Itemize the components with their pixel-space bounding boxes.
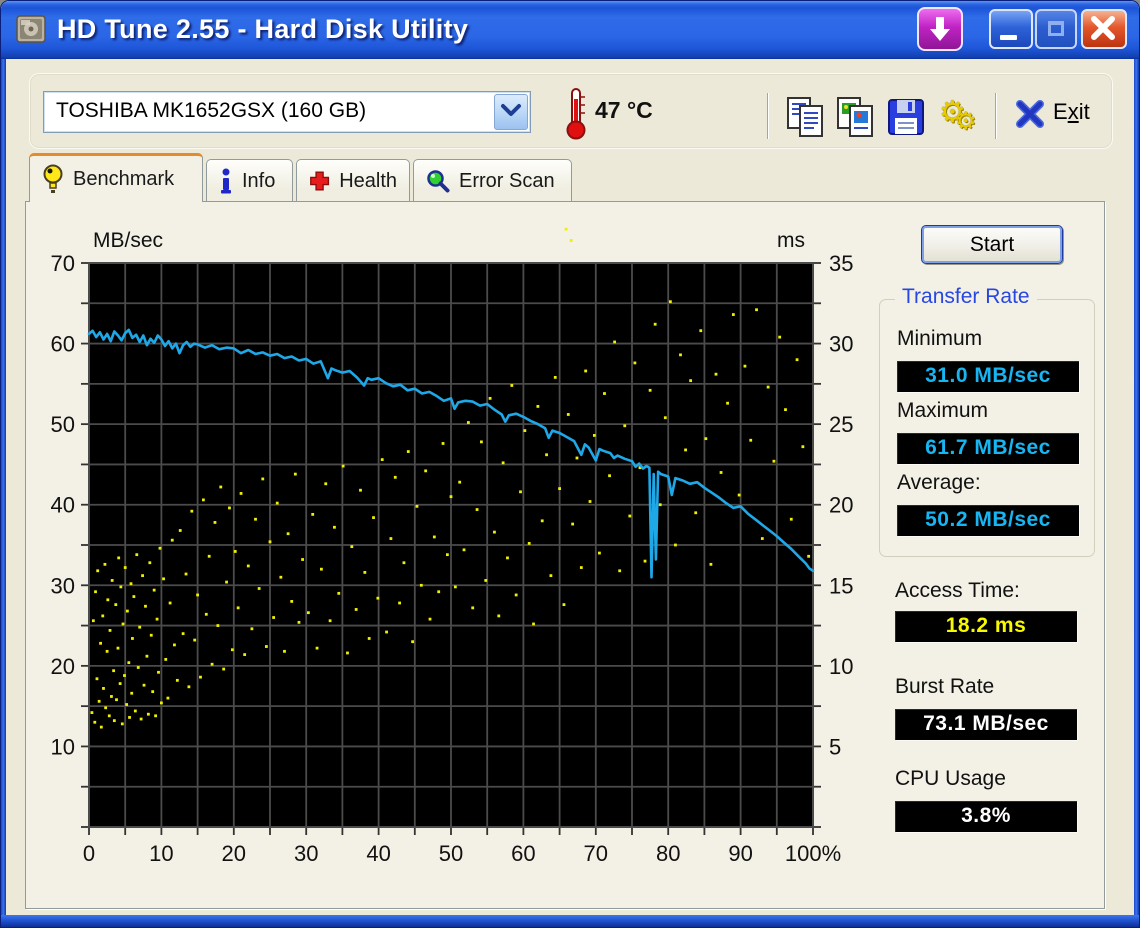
close-icon <box>1091 16 1115 40</box>
tab-error-scan[interactable]: Error Scan <box>413 159 572 202</box>
svg-text:25: 25 <box>829 412 853 437</box>
svg-text:20: 20 <box>829 493 853 518</box>
drive-select-value: TOSHIBA MK1652GSX (160 GB) <box>56 99 367 122</box>
window-frame-right <box>1134 59 1139 915</box>
svg-text:20: 20 <box>51 654 75 679</box>
benchmark-chart-svg: MB/sec ms7060504030201035302520151050 10 20… <box>51 227 853 866</box>
window-frame-bottom <box>1 915 1139 927</box>
svg-text:40: 40 <box>366 841 390 866</box>
burst-rate-value: 73.1 MB/sec <box>895 709 1077 740</box>
window-title: HD Tune 2.55 - Hard Disk Utility <box>57 14 469 44</box>
average-label: Average: <box>897 471 981 494</box>
toolbar-separator <box>767 93 768 139</box>
window-frame-left <box>1 59 6 915</box>
options-gears-button[interactable]: ⚙ ⚙ <box>939 95 981 141</box>
svg-text:20: 20 <box>222 841 246 866</box>
maximum-value: 61.7 MB/sec <box>897 433 1079 464</box>
svg-text:10: 10 <box>149 841 173 866</box>
svg-text:40: 40 <box>51 493 75 518</box>
svg-text:10: 10 <box>829 654 853 679</box>
minimize-button[interactable] <box>989 9 1033 49</box>
transfer-rate-group-label: Transfer Rate <box>895 285 1037 309</box>
close-button[interactable] <box>1081 9 1127 49</box>
tab-benchmark[interactable]: Benchmark <box>29 153 203 202</box>
minimize-icon <box>1000 35 1017 40</box>
tab-benchmark-label: Benchmark <box>73 167 175 190</box>
svg-text:MB/sec: MB/sec <box>93 229 163 252</box>
save-button[interactable] <box>885 95 927 141</box>
svg-text:35: 35 <box>829 251 853 276</box>
svg-text:5: 5 <box>829 734 841 759</box>
info-icon <box>221 168 231 194</box>
svg-text:0: 0 <box>83 841 95 866</box>
exit-label: Exit <box>1053 99 1090 124</box>
svg-text:70: 70 <box>51 251 75 276</box>
svg-text:70: 70 <box>584 841 608 866</box>
gear-icon-small: ⚙ <box>955 108 977 135</box>
toolbar-separator-2 <box>995 93 996 139</box>
svg-text:50: 50 <box>51 412 75 437</box>
combo-dropdown-button[interactable] <box>494 94 528 130</box>
access-time-label: Access Time: <box>895 579 1020 602</box>
svg-text:ms: ms <box>777 229 805 252</box>
tab-info[interactable]: Info <box>206 159 293 202</box>
cpu-usage-value: 3.8% <box>895 801 1077 832</box>
svg-text:90: 90 <box>728 841 752 866</box>
exit-x-icon <box>1016 100 1044 128</box>
average-value: 50.2 MB/sec <box>897 505 1079 536</box>
app-icon <box>14 12 50 51</box>
tab-info-label: Info <box>242 169 276 192</box>
copy-image-button[interactable] <box>835 95 877 141</box>
temperature-value: 47 °C <box>595 97 653 123</box>
chevron-down-icon <box>501 104 521 116</box>
svg-text:100%: 100% <box>785 841 841 866</box>
drive-select-combobox[interactable]: TOSHIBA MK1652GSX (160 GB) <box>43 91 531 133</box>
access-time-value: 18.2 ms <box>895 611 1077 642</box>
thermometer-icon <box>566 88 586 140</box>
svg-text:30: 30 <box>51 573 75 598</box>
minimum-label: Minimum <box>897 327 983 350</box>
svg-text:10: 10 <box>51 734 75 759</box>
svg-text:80: 80 <box>656 841 680 866</box>
minimum-value: 31.0 MB/sec <box>897 361 1079 392</box>
svg-text:60: 60 <box>511 841 535 866</box>
download-button[interactable] <box>917 7 963 51</box>
health-cross-icon <box>310 171 330 191</box>
svg-text:30: 30 <box>829 332 853 357</box>
maximum-label: Maximum <box>897 399 989 422</box>
magnifier-icon <box>427 170 450 193</box>
svg-text:15: 15 <box>829 573 853 598</box>
tab-error-scan-label: Error Scan <box>459 169 555 192</box>
maximize-icon <box>1048 21 1064 36</box>
maximize-button[interactable] <box>1035 9 1077 49</box>
svg-text:60: 60 <box>51 332 75 357</box>
app-window: HD Tune 2.55 - Hard Disk Utility TOSHIBA… <box>0 0 1140 928</box>
tab-health-label: Health <box>339 169 397 192</box>
lightbulb-icon <box>43 164 63 193</box>
burst-rate-label: Burst Rate <box>895 675 995 698</box>
tab-health[interactable]: Health <box>296 159 410 202</box>
start-button[interactable]: Start <box>921 225 1063 264</box>
copy-text-button[interactable] <box>785 95 827 141</box>
download-arrow-icon <box>930 17 950 41</box>
titlebar[interactable]: HD Tune 2.55 - Hard Disk Utility <box>1 1 1139 59</box>
svg-text:30: 30 <box>294 841 318 866</box>
svg-text:50: 50 <box>439 841 463 866</box>
cpu-usage-label: CPU Usage <box>895 767 1006 790</box>
